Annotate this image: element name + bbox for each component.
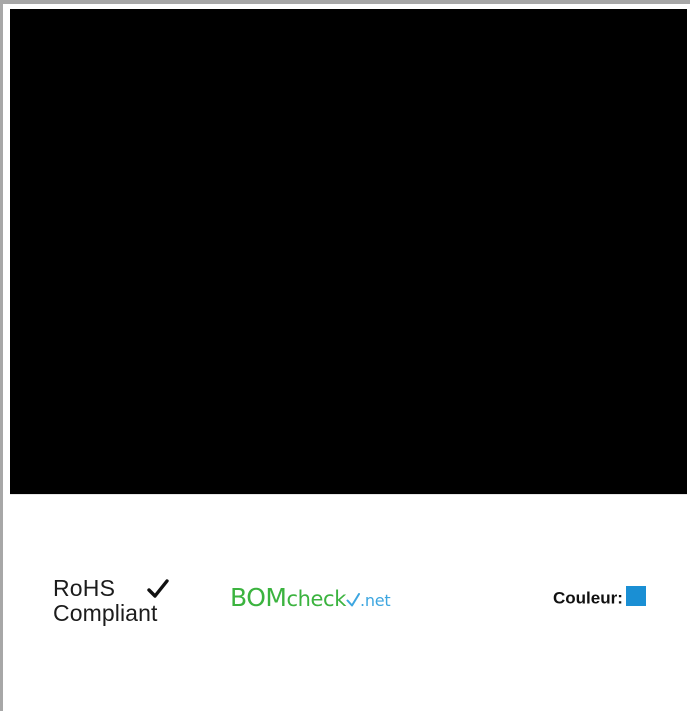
checkmark-icon <box>147 579 169 598</box>
divider <box>10 494 687 495</box>
bomcheck-bom-text: BOM <box>230 583 287 612</box>
media-panel <box>10 9 687 494</box>
page: RoHS Compliant BOMcheck .net Couleur: <box>0 0 690 711</box>
rohs-label: RoHS <box>53 575 116 601</box>
color-label: Couleur: <box>553 588 623 608</box>
color-indicator: Couleur: <box>553 585 646 612</box>
checkmark-icon <box>346 593 360 607</box>
bomcheck-check-text: check <box>286 587 346 611</box>
bomcheck-net-text: .net <box>359 591 391 610</box>
color-swatch <box>625 585 646 606</box>
bomcheck-logo: BOMcheck .net <box>230 583 391 613</box>
rohs-compliant-logo: RoHS Compliant <box>53 576 193 636</box>
rohs-compliant-label: Compliant <box>53 600 158 626</box>
